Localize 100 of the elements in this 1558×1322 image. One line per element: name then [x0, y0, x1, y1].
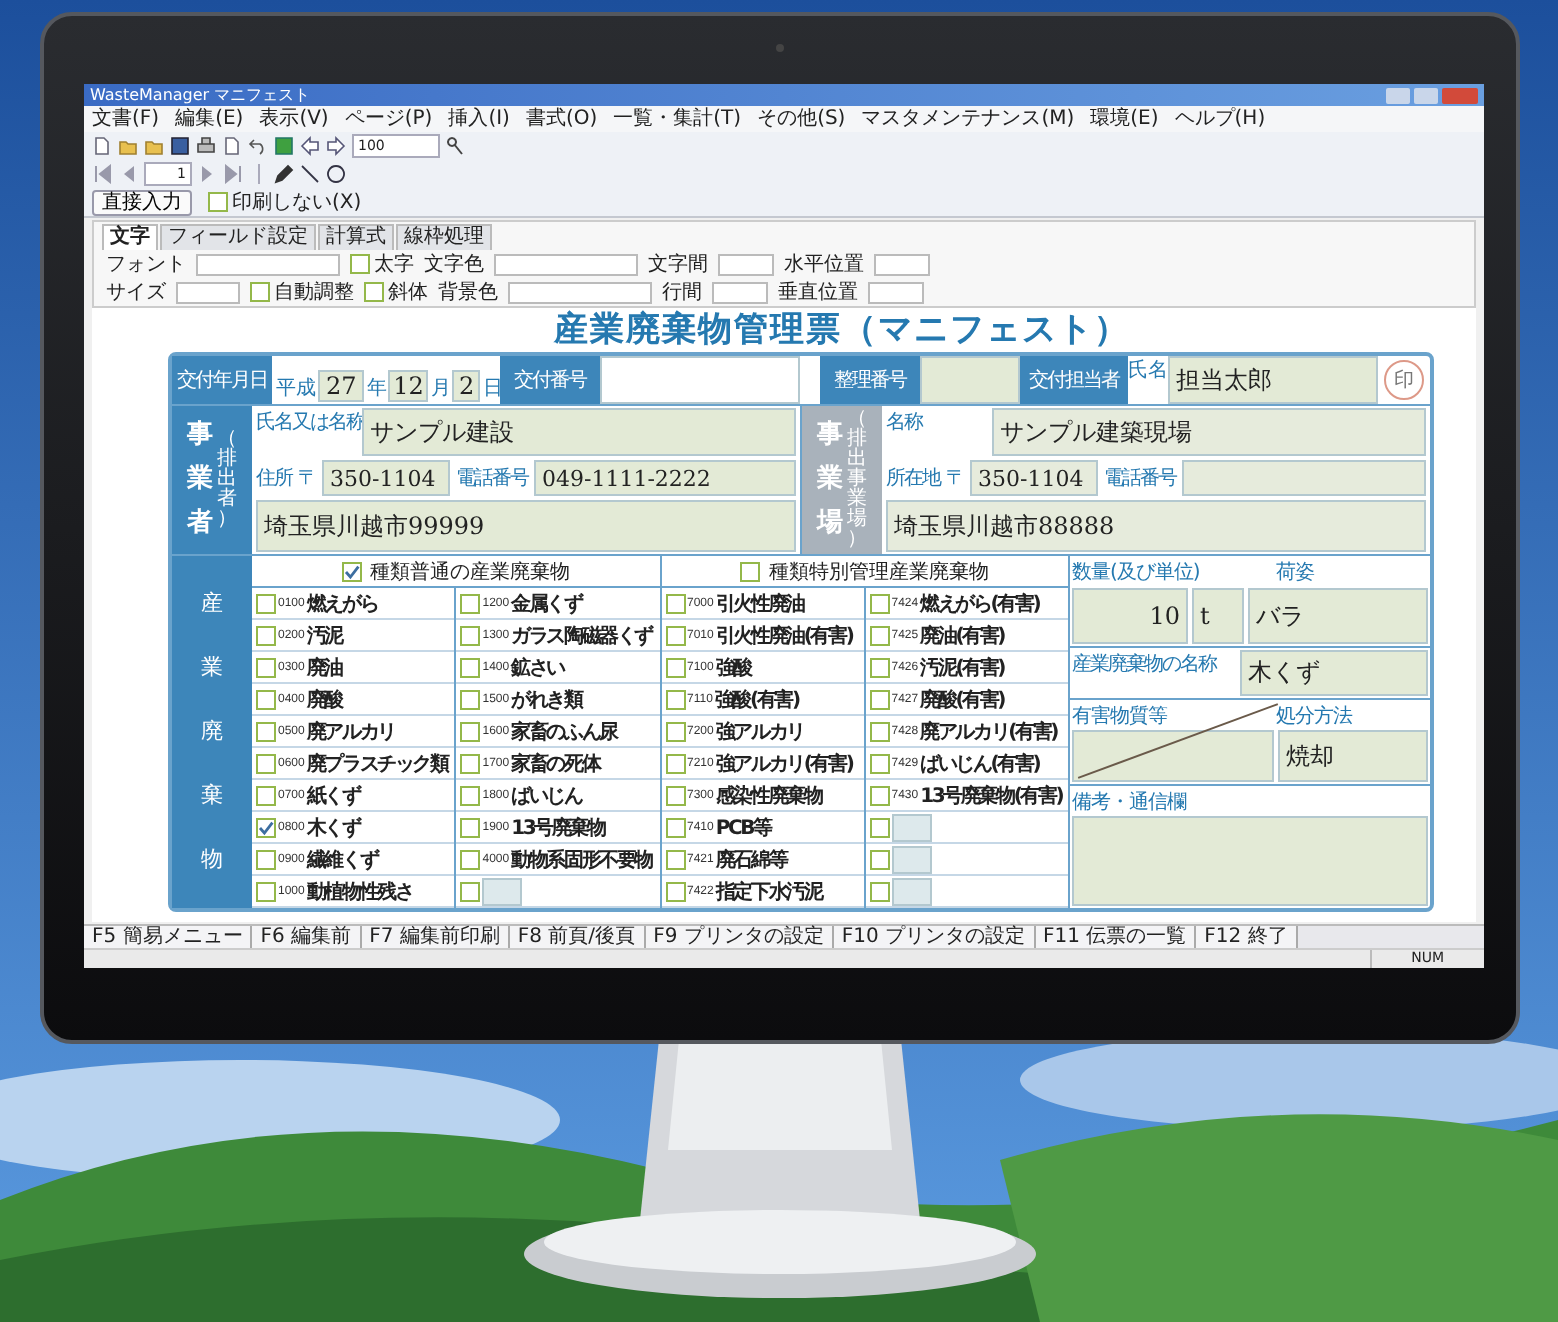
menu-item[interactable]: 表示(V) — [259, 107, 329, 131]
reference-number-field[interactable] — [920, 356, 1020, 404]
checkbox[interactable] — [460, 753, 481, 773]
checkbox[interactable] — [869, 593, 890, 613]
packing-field[interactable]: バラ — [1248, 588, 1428, 644]
name-field[interactable]: サンプル建設 — [362, 408, 796, 456]
menu-item[interactable]: 編集(E) — [175, 107, 244, 131]
other-field[interactable] — [891, 813, 932, 841]
checkbox[interactable] — [665, 625, 685, 645]
address-field[interactable]: 埼玉県川越市99999 — [256, 500, 796, 552]
checkbox[interactable] — [256, 657, 276, 677]
tab[interactable]: 計算式 — [318, 224, 394, 250]
close-icon[interactable] — [1442, 87, 1478, 103]
checkbox[interactable] — [350, 254, 370, 274]
checkbox[interactable] — [256, 721, 276, 741]
checkbox[interactable] — [665, 817, 685, 837]
checkbox[interactable] — [665, 593, 685, 613]
checkbox[interactable] — [250, 282, 270, 302]
checkbox[interactable] — [665, 785, 685, 805]
checkbox[interactable] — [460, 721, 481, 741]
tab[interactable]: 線枠処理 — [396, 224, 492, 250]
postal-code-field[interactable]: 350-1104 — [322, 460, 450, 496]
printer-icon[interactable] — [196, 136, 216, 156]
menu-item[interactable]: ヘルプ(H) — [1174, 107, 1266, 131]
direct-input-button[interactable]: 直接入力 — [92, 189, 192, 215]
checkbox[interactable] — [869, 785, 890, 805]
checkbox[interactable] — [869, 881, 890, 901]
dropdown[interactable] — [176, 281, 240, 303]
checkbox[interactable] — [256, 881, 276, 901]
function-key-button[interactable]: F5 簡易メニュー — [84, 926, 253, 948]
notes-field[interactable] — [1072, 816, 1428, 906]
name-field[interactable]: 担当太郎 — [1168, 356, 1378, 404]
menu-item[interactable]: マスタメンテナンス(M) — [861, 107, 1075, 131]
menu-item[interactable]: ページ(P) — [344, 107, 433, 131]
phone-field[interactable] — [1182, 460, 1426, 496]
checkbox[interactable] — [665, 657, 685, 677]
checkbox[interactable] — [665, 753, 685, 773]
pen-icon[interactable] — [274, 164, 294, 184]
hazard-field[interactable] — [1072, 730, 1274, 782]
checkbox[interactable] — [869, 657, 890, 677]
checkbox[interactable] — [364, 282, 384, 302]
arrow-left-icon[interactable] — [300, 136, 320, 156]
checkbox[interactable] — [869, 849, 890, 869]
checkbox[interactable] — [869, 721, 890, 741]
checkbox[interactable] — [869, 689, 890, 709]
checkbox[interactable] — [256, 689, 276, 709]
checkbox[interactable] — [256, 625, 276, 645]
dropdown[interactable] — [494, 253, 638, 275]
issue-number-field[interactable] — [600, 356, 800, 404]
waste-name-field[interactable]: 木くず — [1240, 650, 1428, 696]
checkbox[interactable] — [740, 561, 761, 581]
checkbox[interactable] — [460, 689, 481, 709]
quantity-field[interactable]: 10 — [1072, 588, 1188, 644]
other-field[interactable] — [891, 845, 932, 873]
checkbox[interactable] — [460, 785, 481, 805]
spin-field[interactable] — [874, 253, 930, 275]
checkbox[interactable] — [869, 817, 890, 837]
checkbox[interactable] — [256, 593, 276, 613]
phone-field[interactable]: 049-1111-2222 — [534, 460, 796, 496]
checkbox[interactable] — [208, 192, 228, 212]
checkbox[interactable] — [256, 753, 276, 773]
circle-icon[interactable] — [326, 164, 346, 184]
checkbox[interactable] — [460, 657, 481, 677]
line-icon[interactable] — [300, 164, 320, 184]
function-key-button[interactable]: F7 編集前印刷 — [361, 926, 510, 948]
spin-field[interactable] — [718, 253, 774, 275]
checkbox[interactable] — [460, 817, 481, 837]
menu-item[interactable]: 環境(E) — [1090, 107, 1159, 131]
menu-item[interactable]: 挿入(I) — [448, 107, 510, 131]
checkbox[interactable] — [460, 625, 481, 645]
checkbox[interactable] — [460, 881, 481, 901]
year-field[interactable]: 27 — [318, 370, 365, 402]
checkbox[interactable] — [460, 849, 481, 869]
menu-item[interactable]: 一覧・集計(T) — [613, 107, 742, 131]
unit-field[interactable]: t — [1192, 588, 1244, 644]
function-key-button[interactable]: F11 伝票の一覧 — [1035, 926, 1197, 948]
first-page-icon[interactable] — [92, 164, 112, 184]
checkbox[interactable] — [869, 753, 890, 773]
function-key-button[interactable]: F6 編集前 — [252, 926, 362, 948]
menu-item[interactable]: 書式(O) — [525, 107, 598, 131]
checkbox[interactable] — [256, 817, 276, 837]
menu-item[interactable]: その他(S) — [757, 107, 846, 131]
checkbox[interactable] — [256, 785, 276, 805]
minimize-icon[interactable] — [1386, 87, 1410, 103]
checkbox[interactable] — [665, 881, 685, 901]
tab[interactable]: フィールド設定 — [160, 224, 316, 250]
spin-field[interactable] — [868, 281, 924, 303]
undo-icon[interactable] — [248, 136, 268, 156]
menu-item[interactable]: 文書(F) — [92, 107, 160, 131]
month-field[interactable]: 12 — [388, 370, 429, 402]
spin-field[interactable] — [712, 281, 768, 303]
function-key-button[interactable]: F12 終了 — [1196, 926, 1298, 948]
file-icon[interactable] — [92, 136, 112, 156]
last-page-icon[interactable] — [224, 164, 244, 184]
other-field[interactable] — [891, 877, 932, 905]
checkbox[interactable] — [460, 593, 481, 613]
checkbox[interactable] — [256, 849, 276, 869]
maximize-icon[interactable] — [1414, 87, 1438, 103]
checkbox[interactable] — [869, 625, 890, 645]
dropdown[interactable] — [196, 253, 340, 275]
